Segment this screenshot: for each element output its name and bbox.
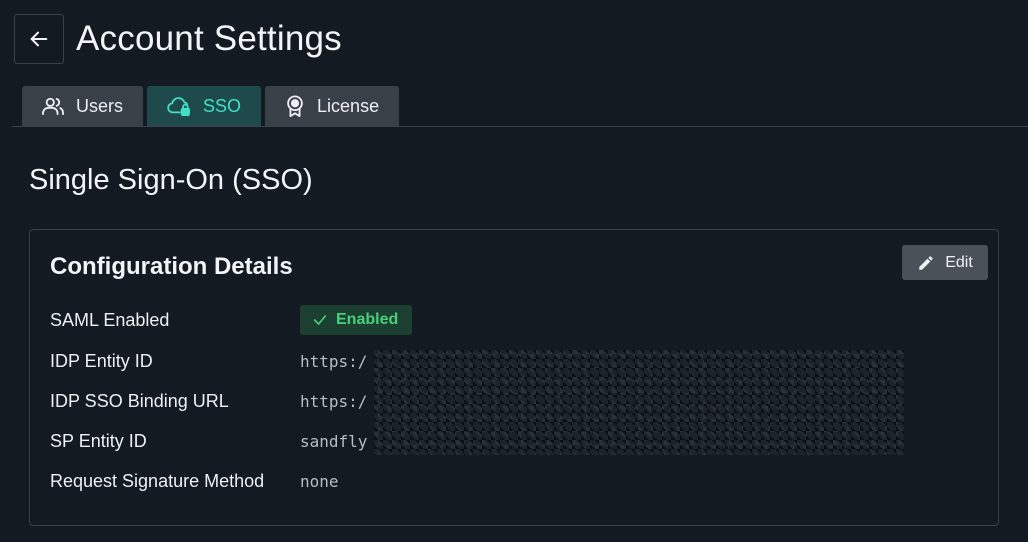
back-button[interactable] [14,14,64,64]
tab-divider [12,126,1028,127]
configuration-card: Configuration Details Edit SAML Enabled … [29,229,999,526]
tab-bar: Users SSO License [22,86,403,126]
page-header: Account Settings [14,14,342,64]
card-title: Configuration Details [50,253,293,280]
page-title: Account Settings [76,19,342,58]
tab-users-label: Users [76,95,124,116]
row-label: Request Signature Method [50,470,265,491]
row-value: sandfly [300,431,368,451]
status-badge: Enabled [300,305,413,335]
row-saml-enabled: SAML Enabled Enabled [50,305,413,335]
tab-license[interactable]: License [265,86,400,126]
row-sp-entity-id: SP Entity ID sandfly [50,426,367,456]
tab-sso-label: SSO [203,95,242,116]
tab-sso[interactable]: SSO [147,86,262,126]
row-idp-entity-id: IDP Entity ID https:/ [50,346,367,376]
row-value: https:/ [300,391,368,411]
edit-button-label: Edit [945,253,973,271]
tab-license-label: License [317,95,380,116]
tab-users[interactable]: Users [22,86,144,126]
check-icon [312,312,328,328]
row-label: IDP Entity ID [50,350,153,371]
edit-button[interactable]: Edit [902,245,988,280]
row-value: https:/ [300,351,368,371]
row-label: SAML Enabled [50,309,170,330]
row-request-signature-method: Request Signature Method none [50,466,339,496]
row-label: IDP SSO Binding URL [50,390,229,411]
cloud-lock-icon [167,96,191,116]
status-badge-label: Enabled [336,311,399,328]
users-icon [42,96,64,116]
arrow-left-icon [28,28,50,50]
row-label: SP Entity ID [50,430,147,451]
row-idp-sso-binding-url: IDP SSO Binding URL https:/ [50,386,367,416]
redacted-block [374,350,904,455]
award-badge-icon [285,95,305,117]
row-value: none [300,471,339,491]
pencil-icon [917,254,935,272]
section-title: Single Sign-On (SSO) [29,164,313,196]
